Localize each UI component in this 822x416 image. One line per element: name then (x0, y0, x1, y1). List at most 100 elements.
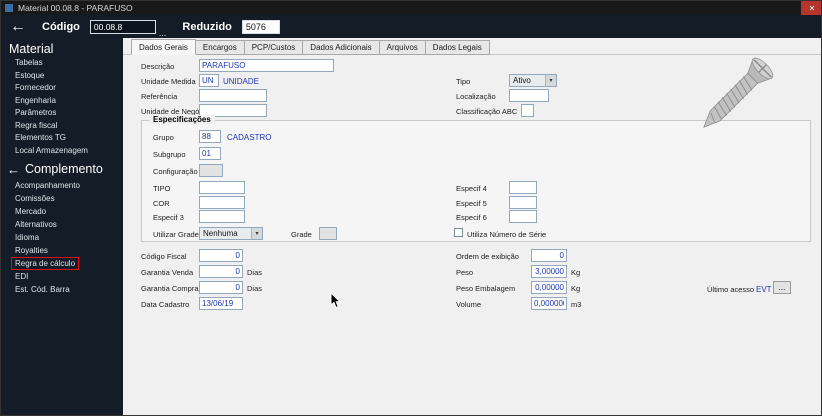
screw-product-image (703, 57, 774, 128)
tab-encargos[interactable]: Encargos (195, 40, 245, 55)
ultimo-acesso-label: Último acesso (707, 285, 755, 294)
top-bar: ← Código ... Reduzido (1, 15, 821, 38)
sidebar-item-parametros[interactable]: Parâmetros (15, 108, 56, 117)
classificacao-abc-input[interactable] (521, 104, 534, 117)
garantia-venda-label: Garantia Venda (141, 268, 194, 277)
sidebar-item-acompanhamento[interactable]: Acompanhamento (15, 181, 80, 190)
grade-label: Grade (291, 230, 312, 239)
tab-dados-adicionais[interactable]: Dados Adicionais (303, 40, 380, 55)
sidebar-item-local-armazenagem[interactable]: Local Armazenagem (15, 146, 88, 155)
reduzido-input[interactable] (241, 19, 280, 34)
tipo-value: Ativo (513, 76, 531, 85)
unidade-medida-input[interactable] (199, 74, 219, 87)
sidebar-item-edi[interactable]: EDI (15, 272, 28, 281)
descricao-label: Descrição (141, 62, 175, 71)
codigo-input[interactable] (89, 19, 156, 34)
tipo-especif-input[interactable] (199, 181, 245, 194)
sidebar-item-regra-fiscal[interactable]: Regra fiscal (15, 121, 57, 130)
especificacoes-title: Especificações (149, 115, 215, 124)
sidebar-item-estoque[interactable]: Estoque (15, 71, 44, 80)
sidebar-item-idioma[interactable]: Idioma (15, 233, 39, 242)
configuracao-label: Configuração (153, 167, 198, 176)
especif3-input[interactable] (199, 210, 245, 223)
sidebar-item-comissoes[interactable]: Comissões (15, 194, 55, 203)
cor-input[interactable] (199, 196, 245, 209)
sidebar-header-material: Material (9, 42, 54, 56)
subgrupo-label: Subgrupo (153, 150, 186, 159)
volume-unit: m3 (571, 300, 582, 309)
grupo-label: Grupo (153, 133, 174, 142)
numero-serie-checkbox[interactable] (454, 228, 463, 237)
close-icon[interactable]: ✕ (801, 1, 821, 15)
localizacao-input[interactable] (509, 89, 549, 102)
back-arrow-icon[interactable]: ← (10, 18, 26, 35)
tab-arquivos[interactable]: Arquivos (379, 40, 426, 55)
sidebar-item-fornecedor[interactable]: Fornecedor (15, 83, 56, 92)
tipo-select[interactable]: Ativo ▾ (509, 74, 557, 87)
sidebar-item-mercado[interactable]: Mercado (15, 207, 46, 216)
codigo-fiscal-input[interactable] (199, 249, 243, 262)
window-title: Material 00.08.8 - PARAFUSO (18, 3, 133, 13)
grupo-input[interactable] (199, 130, 221, 143)
sidebar: Material Tabelas Estoque Fornecedor Enge… (1, 38, 123, 415)
peso-embalagem-input[interactable] (531, 281, 567, 294)
tipo-especif-label: TIPO (153, 184, 171, 193)
configuracao-input (199, 164, 223, 177)
main-panel: Dados Gerais Encargos PCP/Custos Dados A… (123, 38, 821, 415)
tab-dados-legais[interactable]: Dados Legais (425, 40, 490, 55)
chevron-down-icon: ▾ (251, 228, 262, 239)
garantia-venda-input[interactable] (199, 265, 243, 278)
tab-dados-gerais[interactable]: Dados Gerais (131, 39, 196, 55)
tipo-label: Tipo (456, 77, 471, 86)
volume-input[interactable] (531, 297, 567, 310)
especif5-input[interactable] (509, 196, 537, 209)
sidebar-item-royalties[interactable]: Royalties (15, 246, 48, 255)
grupo-desc: CADASTRO (227, 133, 272, 142)
garantia-compra-input[interactable] (199, 281, 243, 294)
codigo-fiscal-label: Código Fiscal (141, 252, 187, 261)
unidade-medida-desc: UNIDADE (223, 77, 260, 86)
subgrupo-input[interactable] (199, 147, 221, 160)
peso-embalagem-unit: Kg (571, 284, 581, 293)
sidebar-item-engenharia[interactable]: Engenharia (15, 96, 56, 105)
ultimo-acesso-value: EVT (756, 285, 772, 294)
sidebar-item-regra-de-calculo[interactable]: Regra de cálculo (11, 257, 80, 270)
cor-label: COR (153, 199, 170, 208)
garantia-compra-label: Garantia Compra (141, 284, 199, 293)
mouse-cursor (330, 292, 342, 309)
grade-input (319, 227, 337, 240)
app-icon (5, 4, 13, 12)
garantia-venda-unit: Dias (247, 268, 263, 277)
ordem-exibicao-input[interactable] (531, 249, 567, 262)
sidebar-item-alternativos[interactable]: Alternativos (15, 220, 57, 229)
codigo-lookup-button[interactable]: ... (159, 28, 167, 38)
peso-embalagem-label: Peso Embalagem (456, 284, 516, 293)
material-window: Material 00.08.8 - PARAFUSO ✕ ← Código .… (0, 0, 822, 416)
data-cadastro-input[interactable] (199, 297, 243, 310)
especif6-label: Especif 6 (456, 213, 487, 222)
peso-label: Peso (456, 268, 474, 277)
descricao-input[interactable] (199, 59, 334, 72)
codigo-label: Código (42, 20, 80, 33)
sidebar-item-elementos-tg[interactable]: Elementos TG (15, 133, 66, 142)
utilizar-grade-select[interactable]: Nenhuma ▾ (199, 227, 263, 240)
utilizar-grade-value: Nenhuma (203, 229, 238, 238)
reduzido-label: Reduzido (182, 20, 232, 33)
ultimo-acesso-browse-button[interactable]: ... (773, 281, 791, 294)
sidebar-item-tabelas[interactable]: Tabelas (15, 58, 43, 67)
volume-label: Volume (456, 300, 482, 309)
especif4-input[interactable] (509, 181, 537, 194)
referencia-input[interactable] (199, 89, 267, 102)
classificacao-abc-label: Classificação ABC (456, 107, 518, 116)
peso-input[interactable] (531, 265, 567, 278)
complemento-back-arrow-icon[interactable]: ← (7, 163, 20, 176)
especif6-input[interactable] (509, 210, 537, 223)
tab-strip: Dados Gerais Encargos PCP/Custos Dados A… (131, 39, 490, 55)
especif5-label: Especif 5 (456, 199, 487, 208)
data-cadastro-label: Data Cadastro (141, 300, 190, 309)
sidebar-item-est-cod-barra[interactable]: Est. Cód. Barra (15, 285, 70, 294)
tab-pcp-custos[interactable]: PCP/Custos (244, 40, 304, 55)
localizacao-label: Localização (456, 92, 496, 101)
especif4-label: Especif 4 (456, 184, 487, 193)
especif3-label: Especif 3 (153, 213, 184, 222)
